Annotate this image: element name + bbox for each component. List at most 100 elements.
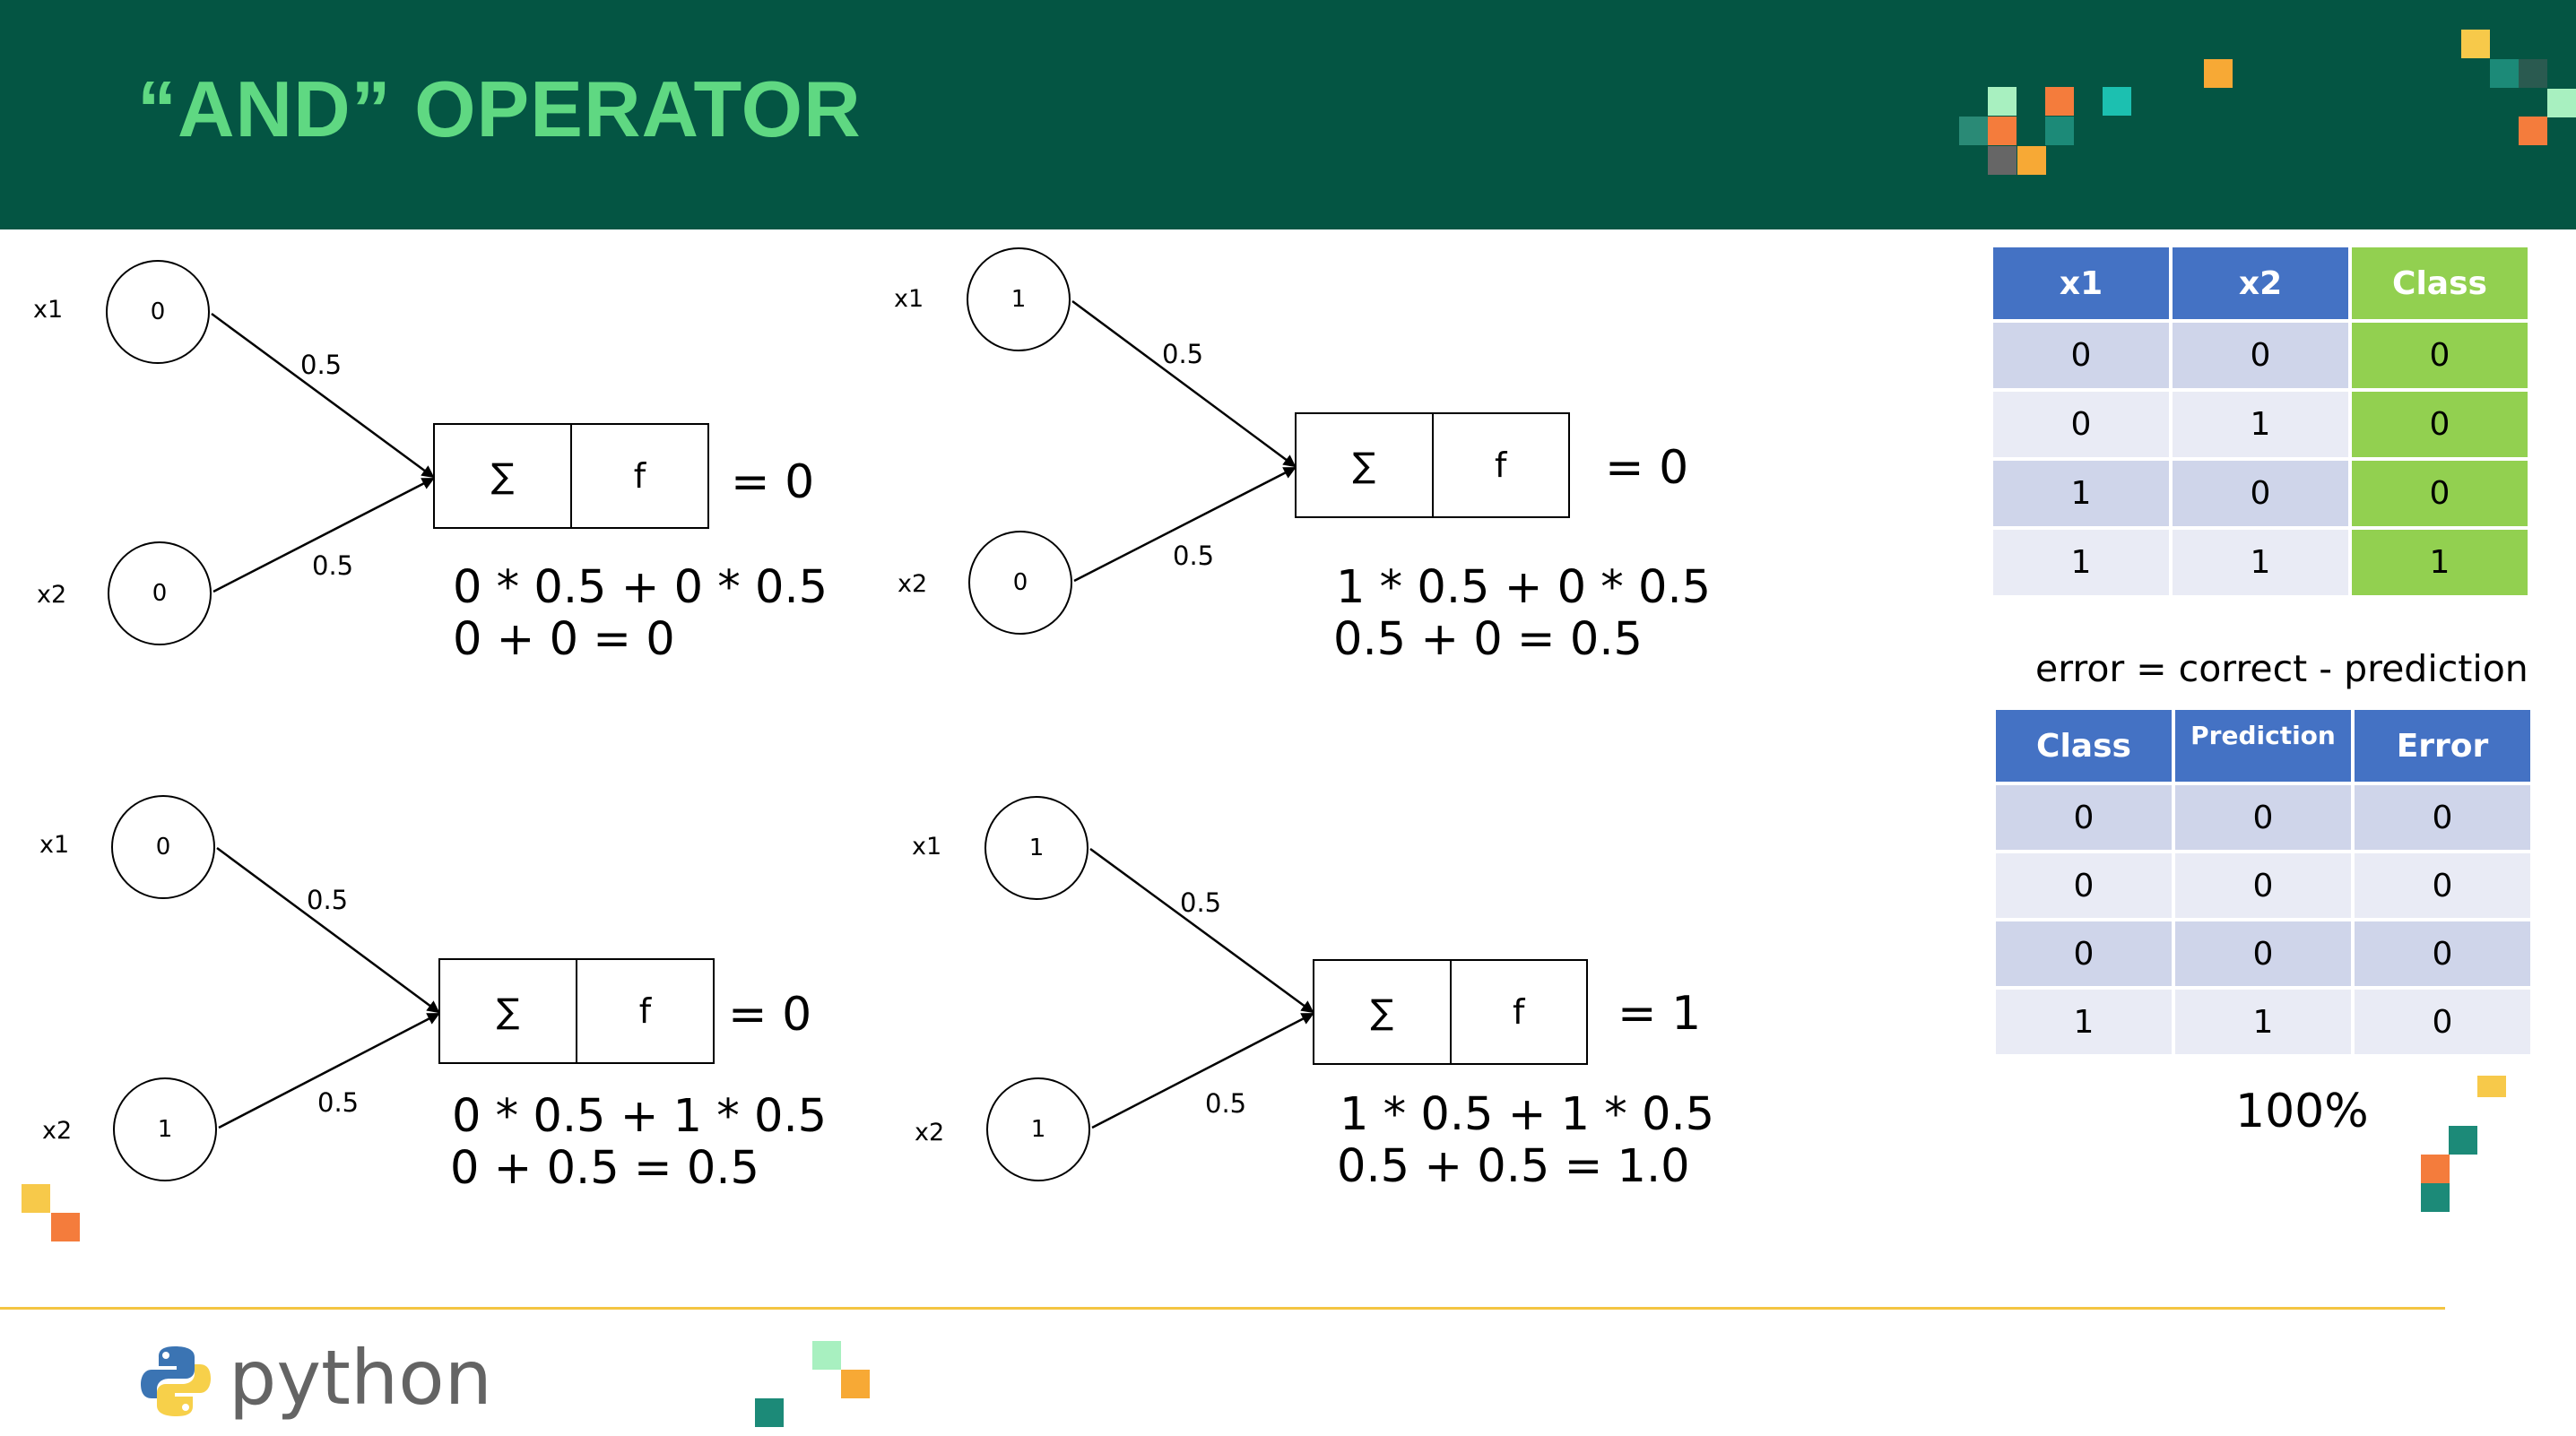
weight-edge — [1089, 847, 1314, 1014]
neuron-box: ∑ f — [1295, 412, 1570, 518]
input-node-x1: 0 — [111, 795, 215, 899]
table-cell: 0 — [2352, 392, 2528, 457]
x1-label: x1 — [894, 285, 924, 313]
decorative-pixel — [812, 1341, 841, 1370]
input-node-x1: 0 — [106, 260, 210, 364]
table-cell: 0 — [1993, 323, 2169, 388]
table-cell: 1 — [2173, 392, 2348, 457]
table-cell: 0 — [2173, 323, 2348, 388]
weight-label: 0.5 — [1180, 887, 1222, 918]
table-row: 0 0 0 — [1993, 323, 2528, 388]
table-header-class: Class — [2352, 247, 2528, 319]
sigma-symbol: ∑ — [435, 425, 572, 527]
input-node-x1: 1 — [967, 247, 1071, 351]
table-cell: 1 — [2175, 990, 2351, 1054]
table-row: 0 1 0 — [1993, 392, 2528, 457]
decorative-pixel — [2477, 1076, 2506, 1097]
activation-function: f — [633, 456, 646, 496]
table-cell: 0 — [1996, 921, 2172, 986]
table-cell: 0 — [2355, 990, 2530, 1054]
table-cell: 0 — [2352, 323, 2528, 388]
table-row: 1 1 0 — [1996, 990, 2530, 1054]
weight-label: 0.5 — [317, 1087, 360, 1118]
x2-label: x2 — [37, 581, 67, 609]
python-logo-text: python — [229, 1334, 492, 1422]
weight-edge — [216, 846, 440, 1014]
input-node-x2: 1 — [113, 1077, 217, 1181]
accuracy-value: 100% — [2235, 1085, 2369, 1138]
weight-label: 0.5 — [307, 885, 349, 915]
table-cell: 0 — [2173, 461, 2348, 526]
x1-label: x1 — [912, 833, 942, 861]
activation-function: f — [1513, 992, 1525, 1032]
calculation-line: 0 + 0 = 0 — [453, 613, 675, 666]
table-cell: 1 — [2173, 530, 2348, 595]
x2-label: x2 — [42, 1117, 73, 1145]
table-cell: 0 — [2352, 461, 2528, 526]
output-result: = 0 — [728, 988, 812, 1042]
calculation-line: 0 + 0.5 = 0.5 — [450, 1142, 759, 1195]
input-node-x2: 0 — [968, 531, 1072, 635]
table-cell: 0 — [2175, 853, 2351, 918]
table-row: 1 0 0 — [1993, 461, 2528, 526]
table-cell: 0 — [2355, 853, 2530, 918]
table-cell: 0 — [1996, 785, 2172, 850]
neuron-box: ∑ f — [1313, 959, 1588, 1065]
error-table: Class Prediction Error 0 0 0 0 0 0 0 0 0… — [1992, 706, 2534, 1058]
table-row: 1 1 1 — [1993, 530, 2528, 595]
weight-edge — [211, 312, 435, 479]
table-cell: 0 — [1996, 853, 2172, 918]
calculation-line: 1 * 0.5 + 0 * 0.5 — [1336, 561, 1712, 614]
decorative-pixel — [841, 1370, 870, 1398]
table-cell: 1 — [1993, 461, 2169, 526]
input-node-x2: 1 — [986, 1077, 1090, 1181]
activation-function: f — [638, 991, 652, 1031]
table-cell: 1 — [1996, 990, 2172, 1054]
decorative-pixel — [2421, 1183, 2450, 1212]
x2-label: x2 — [898, 570, 928, 598]
weight-label: 0.5 — [300, 350, 343, 380]
table-header-error: Error — [2355, 710, 2530, 782]
weight-edge — [1071, 299, 1297, 468]
table-cell: 0 — [2175, 785, 2351, 850]
decorative-pixel — [2421, 1155, 2450, 1183]
sigma-symbol: ∑ — [1297, 414, 1434, 516]
sigma-symbol: ∑ — [1314, 961, 1452, 1063]
table-cell: 1 — [1993, 530, 2169, 595]
decorative-pixel — [22, 1184, 50, 1213]
calculation-line: 0 * 0.5 + 1 * 0.5 — [452, 1090, 828, 1143]
table-header-x2: x2 — [2173, 247, 2348, 319]
weight-label: 0.5 — [1173, 541, 1215, 571]
footer-divider — [0, 1307, 2445, 1310]
weight-label: 0.5 — [1205, 1088, 1247, 1119]
decorative-pixel — [755, 1398, 784, 1427]
table-header-x1: x1 — [1993, 247, 2169, 319]
weight-label: 0.5 — [312, 550, 354, 581]
table-cell: 0 — [2355, 921, 2530, 986]
calculation-line: 0.5 + 0.5 = 1.0 — [1337, 1140, 1690, 1193]
calculation-line: 1 * 0.5 + 1 * 0.5 — [1340, 1088, 1715, 1141]
python-logo-icon — [141, 1346, 211, 1416]
output-result: = 1 — [1618, 987, 1702, 1041]
calculation-line: 0.5 + 0 = 0.5 — [1333, 613, 1643, 666]
table-cell: 0 — [1993, 392, 2169, 457]
x1-label: x1 — [39, 831, 70, 859]
weight-label: 0.5 — [1162, 339, 1204, 369]
table-header-class: Class — [1996, 710, 2172, 782]
sigma-symbol: ∑ — [440, 960, 577, 1062]
decorative-pixel — [51, 1213, 80, 1241]
output-result: = 0 — [731, 455, 815, 509]
activation-function: f — [1495, 446, 1507, 485]
x2-label: x2 — [915, 1119, 945, 1146]
input-node-x1: 1 — [984, 796, 1089, 900]
table-row: 0 0 0 — [1996, 785, 2530, 850]
table-row: 0 0 0 — [1996, 853, 2530, 918]
table-cell: 0 — [2175, 921, 2351, 986]
table-header-prediction: Prediction — [2175, 710, 2351, 782]
truth-table: x1 x2 Class 0 0 0 0 1 0 1 0 0 1 1 1 — [1990, 244, 2531, 599]
input-node-x2: 0 — [108, 541, 212, 645]
x1-label: x1 — [33, 296, 64, 324]
error-formula: error = correct - prediction — [2035, 647, 2528, 690]
neuron-box: ∑ f — [433, 423, 709, 529]
output-result: = 0 — [1605, 441, 1689, 495]
